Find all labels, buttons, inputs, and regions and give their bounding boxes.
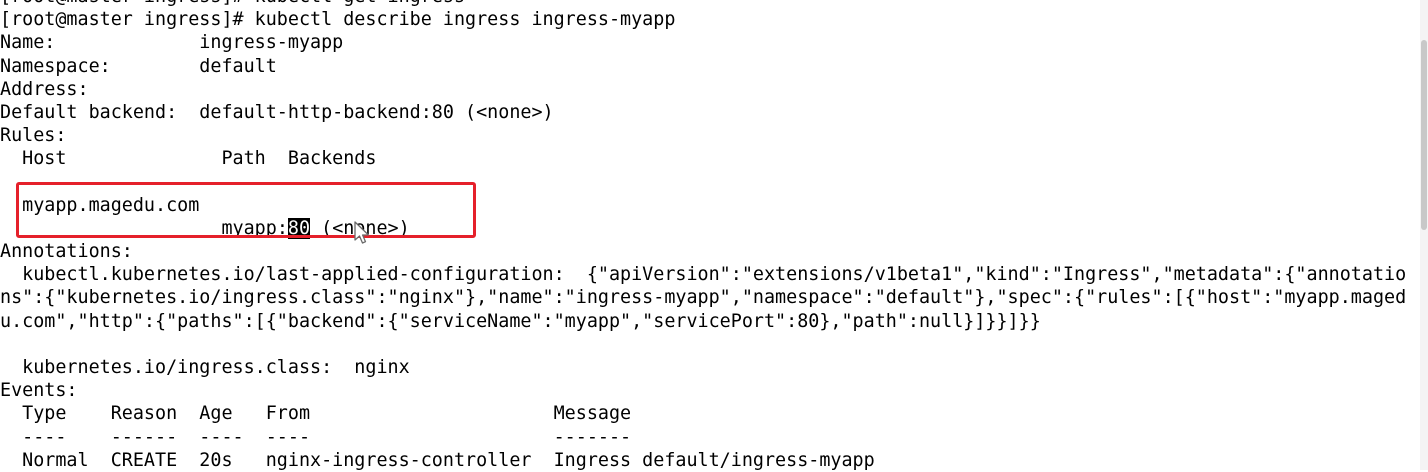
terminal-line: Rules: [0, 125, 67, 147]
mouse-cursor-icon [354, 221, 370, 244]
terminal-line: kubectl.kubernetes.io/last-applied-confi… [0, 264, 1407, 286]
scrollbar[interactable] [1420, 0, 1428, 470]
terminal-line: [root@master ingress]# kubectl describe … [0, 9, 676, 31]
terminal-line: Annotations: [0, 241, 133, 263]
scrollbar-thumb[interactable] [1421, 40, 1427, 230]
terminal-line: Type Reason Age From Message [0, 403, 632, 425]
terminal-line: [root@master ingress]# kubectl get ingre… [0, 0, 1428, 8]
terminal-line: Events: [0, 380, 78, 402]
terminal-line: Normal CREATE 20s nginx-ingress-controll… [0, 449, 875, 471]
terminal-line: Address: [0, 78, 89, 100]
terminal-line: ns":{"kubernetes.io/ingress.class":"ngin… [0, 287, 1407, 309]
terminal-line: u.com","http":{"paths":[{"backend":{"ser… [0, 310, 1041, 332]
terminal-line: Default backend: default-http-backend:80… [0, 101, 554, 123]
red-highlight-box [16, 182, 476, 238]
terminal-line: kubernetes.io/ingress.class: nginx [0, 357, 410, 378]
terminal-line: Host Path Backends [0, 148, 377, 170]
terminal-line: Name: ingress-myapp [0, 32, 344, 54]
terminal-line: Namespace: default [0, 55, 277, 77]
terminal-line: ---- ------ ---- ---- ------- [0, 426, 632, 448]
